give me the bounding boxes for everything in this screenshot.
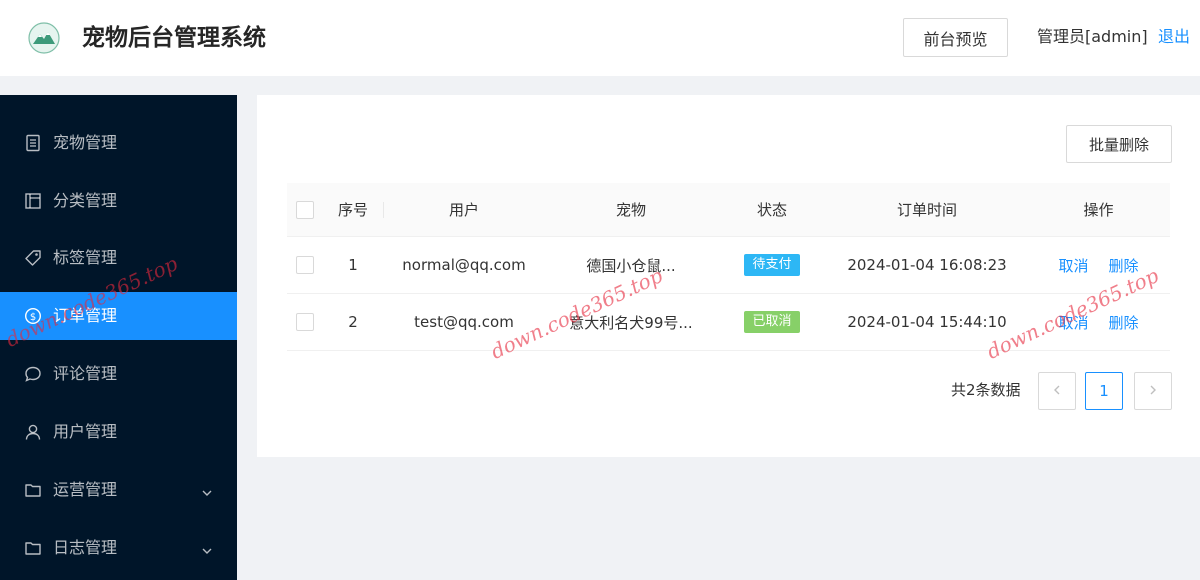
folder-icon xyxy=(24,539,42,557)
admin-user-label: 管理员[admin] xyxy=(1037,27,1148,46)
chevron-right-icon xyxy=(1147,382,1159,400)
batch-delete-button[interactable]: 批量删除 xyxy=(1066,125,1172,163)
row-checkbox[interactable] xyxy=(296,313,314,331)
table-row: 1 normal@qq.com 德国小仓鼠... 待支付 2024-01-04 … xyxy=(287,237,1170,294)
orders-card: 批量删除 序号 用户 宠物 状态 订单时间 操作 1 normal@qq.com… xyxy=(257,95,1200,457)
row-order-time: 2024-01-04 16:08:23 xyxy=(847,256,1007,274)
sidebar-item-comments[interactable]: 评论管理 xyxy=(0,350,237,398)
sidebar-item-users[interactable]: 用户管理 xyxy=(0,408,237,456)
sidebar-item-label: 分类管理 xyxy=(53,191,118,210)
layout-icon xyxy=(24,192,42,210)
page-number-button[interactable]: 1 xyxy=(1085,372,1123,410)
prev-page-button[interactable] xyxy=(1038,372,1076,410)
sidebar-item-label: 评论管理 xyxy=(53,364,118,383)
chevron-down-icon[interactable] xyxy=(201,484,213,496)
sidebar-item-label: 日志管理 xyxy=(53,538,118,557)
sidebar-item-operations[interactable]: 运营管理 xyxy=(0,466,237,514)
column-header-index: 序号 xyxy=(337,201,368,219)
status-badge: 待支付 xyxy=(744,254,800,276)
cancel-order-link[interactable]: 取消 xyxy=(1058,255,1088,276)
tag-icon xyxy=(24,249,42,267)
column-header-status: 状态 xyxy=(756,201,787,219)
chevron-left-icon xyxy=(1051,382,1063,400)
next-page-button[interactable] xyxy=(1134,372,1172,410)
mountain-logo-icon xyxy=(28,22,60,54)
column-header-actions: 操作 xyxy=(1083,201,1114,219)
chevron-down-icon[interactable] xyxy=(201,542,213,554)
select-all-checkbox[interactable] xyxy=(296,200,314,219)
logout-link[interactable]: 退出 xyxy=(1158,26,1190,48)
sidebar-item-logs[interactable]: 日志管理 xyxy=(0,524,237,572)
sidebar-item-categories[interactable]: 分类管理 xyxy=(0,177,237,225)
app-header: 宠物后台管理系统 前台预览 管理员[admin] 退出 xyxy=(0,0,1200,76)
cancel-order-link[interactable]: 取消 xyxy=(1058,312,1088,333)
row-pet: 意大利名犬99号... xyxy=(569,313,693,332)
table-row: 2 test@qq.com 意大利名犬99号... 已取消 2024-01-04… xyxy=(287,294,1170,351)
sidebar-item-orders[interactable]: $ 订单管理 xyxy=(0,292,237,340)
status-badge: 已取消 xyxy=(744,311,800,333)
sidebar-item-label: 订单管理 xyxy=(53,306,118,325)
folder-icon xyxy=(24,481,42,499)
sidebar-item-label: 宠物管理 xyxy=(53,133,118,152)
pagination-total: 共2条数据 xyxy=(951,381,1021,399)
column-header-user: 用户 xyxy=(448,201,479,219)
sidebar-item-label: 运营管理 xyxy=(53,480,118,499)
table-header: 序号 用户 宠物 状态 订单时间 操作 xyxy=(287,183,1170,237)
delete-order-link[interactable]: 删除 xyxy=(1109,255,1139,276)
row-user: normal@qq.com xyxy=(402,256,526,274)
sidebar-item-tags[interactable]: 标签管理 xyxy=(0,234,237,282)
row-index: 1 xyxy=(348,256,358,274)
row-checkbox[interactable] xyxy=(296,256,314,274)
row-pet: 德国小仓鼠... xyxy=(586,256,676,275)
user-icon xyxy=(24,423,42,441)
frontend-preview-button[interactable]: 前台预览 xyxy=(903,18,1008,57)
column-header-order-time: 订单时间 xyxy=(896,201,957,219)
comment-icon xyxy=(24,365,42,383)
sidebar-item-pets[interactable]: 宠物管理 xyxy=(0,119,237,167)
sidebar-menu: 宠物管理 分类管理 标签管理 $ 订单管理 评论管理 用户管理 运营管理 日志管… xyxy=(0,95,237,580)
sidebar-item-label: 标签管理 xyxy=(53,248,118,267)
delete-order-link[interactable]: 删除 xyxy=(1109,312,1139,333)
file-icon xyxy=(24,134,42,152)
row-index: 2 xyxy=(348,313,358,331)
row-order-time: 2024-01-04 15:44:10 xyxy=(847,313,1007,331)
svg-text:$: $ xyxy=(30,312,36,323)
row-user: test@qq.com xyxy=(414,313,514,331)
dollar-circle-icon: $ xyxy=(24,307,42,325)
sidebar-item-label: 用户管理 xyxy=(53,422,118,441)
app-title: 宠物后台管理系统 xyxy=(82,25,266,51)
column-header-pet: 宠物 xyxy=(615,201,646,219)
